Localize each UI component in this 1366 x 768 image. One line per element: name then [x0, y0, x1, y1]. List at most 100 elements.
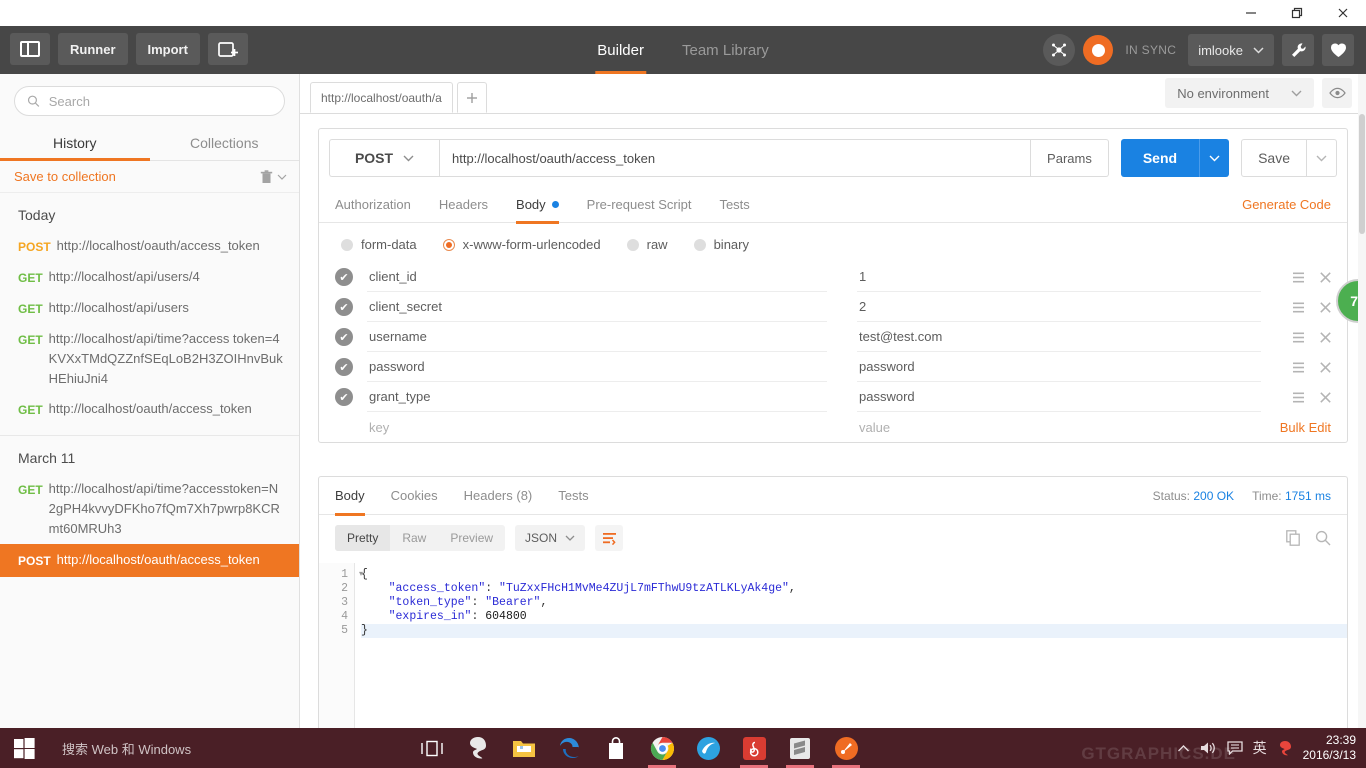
- store-icon[interactable]: [594, 728, 638, 768]
- response-tab-body[interactable]: Body: [335, 477, 365, 516]
- list-item[interactable]: GET http://localhost/api/users: [0, 293, 299, 324]
- task-view-button[interactable]: [410, 728, 454, 768]
- user-menu-button[interactable]: imlooke: [1188, 34, 1274, 66]
- taskbar-clock[interactable]: 23:39 2016/3/13: [1303, 733, 1356, 763]
- view-mode-preview[interactable]: Preview: [438, 525, 505, 551]
- new-value-input[interactable]: value: [857, 412, 1261, 442]
- save-button[interactable]: Save: [1241, 139, 1307, 177]
- row-checkbox[interactable]: ✔: [335, 268, 353, 286]
- environment-select[interactable]: No environment: [1165, 78, 1314, 108]
- tab-headers[interactable]: Headers: [439, 187, 488, 223]
- search-input[interactable]: [48, 93, 272, 109]
- param-value[interactable]: 1: [857, 262, 1261, 292]
- list-item[interactable]: GET http://localhost/api/time?access tok…: [0, 324, 299, 394]
- copy-icon[interactable]: [1286, 530, 1301, 546]
- minimize-button[interactable]: [1228, 0, 1274, 26]
- save-options-button[interactable]: [1307, 139, 1337, 177]
- netease-music-icon[interactable]: [732, 728, 776, 768]
- search-box[interactable]: [14, 86, 285, 116]
- volume-icon[interactable]: [1200, 741, 1217, 755]
- radio-binary[interactable]: binary: [693, 237, 749, 252]
- interceptor-button[interactable]: [1043, 34, 1076, 66]
- send-button[interactable]: Send: [1120, 139, 1200, 177]
- row-checkbox[interactable]: ✔: [335, 388, 353, 406]
- action-center-icon[interactable]: [1226, 741, 1243, 755]
- add-request-tab-button[interactable]: [456, 82, 487, 113]
- format-select[interactable]: JSON: [515, 525, 586, 551]
- sublime-icon[interactable]: [778, 728, 822, 768]
- list-item[interactable]: POST http://localhost/oauth/access_token: [0, 231, 299, 262]
- param-value[interactable]: password: [857, 382, 1261, 412]
- params-button[interactable]: Params: [1031, 139, 1109, 177]
- new-window-button[interactable]: [207, 33, 248, 65]
- response-body-code[interactable]: 1 2 3 4 5 { "access_token": "TuZxxFHcH1M…: [319, 563, 1347, 728]
- list-icon[interactable]: [1293, 332, 1304, 343]
- runner-button[interactable]: Runner: [58, 33, 128, 65]
- view-mode-raw[interactable]: Raw: [390, 525, 438, 551]
- trash-icon[interactable]: [260, 169, 273, 184]
- import-button[interactable]: Import: [135, 33, 200, 65]
- sidebar-tab-history[interactable]: History: [0, 126, 150, 161]
- param-key[interactable]: client_id: [367, 262, 827, 292]
- uc-browser-icon[interactable]: [686, 728, 730, 768]
- new-key-input[interactable]: key: [367, 412, 827, 442]
- tab-body[interactable]: Body: [516, 187, 559, 224]
- param-key[interactable]: client_secret: [367, 292, 827, 322]
- list-item[interactable]: GET http://localhost/oauth/access_token: [0, 394, 299, 425]
- ime-indicator[interactable]: 英: [1253, 738, 1267, 758]
- table-row[interactable]: ✔ client_id 1: [335, 262, 1331, 292]
- list-item[interactable]: GET http://localhost/api/time?accesstoke…: [0, 474, 299, 544]
- save-to-collection-link[interactable]: Save to collection: [14, 169, 116, 184]
- close-icon[interactable]: [1320, 391, 1331, 403]
- list-icon[interactable]: [1293, 362, 1304, 373]
- tab-builder[interactable]: Builder: [595, 26, 646, 74]
- radio-form-data[interactable]: form-data: [341, 237, 417, 252]
- tab-team-library[interactable]: Team Library: [680, 26, 771, 74]
- row-checkbox[interactable]: ✔: [335, 328, 353, 346]
- close-icon[interactable]: [1320, 361, 1331, 373]
- start-button[interactable]: [0, 728, 48, 768]
- file-explorer-icon[interactable]: [502, 728, 546, 768]
- table-row[interactable]: ✔ client_secret 2: [335, 292, 1331, 322]
- response-tab-cookies[interactable]: Cookies: [391, 477, 438, 515]
- method-select[interactable]: POST: [329, 139, 439, 177]
- param-key[interactable]: password: [367, 352, 827, 382]
- table-row[interactable]: ✔ password password: [335, 352, 1331, 382]
- sync-status-icon[interactable]: [1083, 35, 1114, 65]
- radio-raw[interactable]: raw: [626, 237, 668, 252]
- param-value[interactable]: password: [857, 352, 1261, 382]
- search-icon[interactable]: [1315, 530, 1331, 546]
- tab-pre-request-script[interactable]: Pre-request Script: [587, 187, 692, 223]
- sidebar-toggle-button[interactable]: [10, 33, 50, 65]
- param-key[interactable]: grant_type: [367, 382, 827, 412]
- settings-wrench-button[interactable]: [1282, 34, 1314, 66]
- list-item-selected[interactable]: POST http://localhost/oauth/access_token: [0, 544, 299, 577]
- radio-urlencoded[interactable]: x-www-form-urlencoded: [442, 237, 601, 252]
- close-icon[interactable]: [1320, 331, 1331, 343]
- param-key[interactable]: username: [367, 322, 827, 352]
- row-checkbox[interactable]: ✔: [335, 358, 353, 376]
- close-icon[interactable]: [1320, 271, 1331, 283]
- list-icon[interactable]: [1293, 272, 1304, 283]
- bulk-edit-link[interactable]: Bulk Edit: [1280, 420, 1331, 435]
- chrome-icon[interactable]: [640, 728, 684, 768]
- table-row-new[interactable]: key value Bulk Edit: [335, 412, 1331, 442]
- taskbar-search-box[interactable]: 搜索 Web 和 Windows: [48, 728, 388, 768]
- param-value[interactable]: 2: [857, 292, 1261, 322]
- list-item[interactable]: GET http://localhost/api/users/4: [0, 262, 299, 293]
- chevron-up-icon[interactable]: [1177, 744, 1190, 753]
- row-checkbox[interactable]: ✔: [335, 298, 353, 316]
- environment-quick-look-button[interactable]: [1322, 78, 1352, 108]
- view-mode-pretty[interactable]: Pretty: [335, 525, 391, 551]
- tab-authorization[interactable]: Authorization: [335, 187, 411, 223]
- favorites-heart-button[interactable]: [1322, 34, 1354, 66]
- list-icon[interactable]: [1293, 392, 1304, 403]
- maximize-button[interactable]: [1274, 0, 1320, 26]
- request-tab[interactable]: http://localhost/oauth/a: [310, 82, 453, 113]
- table-row[interactable]: ✔ grant_type password: [335, 382, 1331, 412]
- postman-icon[interactable]: [824, 728, 868, 768]
- generate-code-link[interactable]: Generate Code: [1242, 197, 1331, 212]
- close-icon[interactable]: [1320, 301, 1331, 313]
- sidebar-tab-collections[interactable]: Collections: [150, 126, 300, 160]
- response-tab-headers[interactable]: Headers (8): [464, 477, 533, 515]
